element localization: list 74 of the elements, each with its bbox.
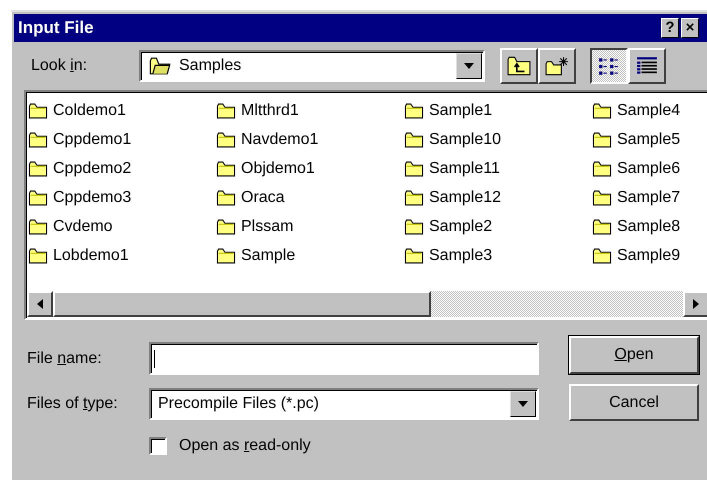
details-view-button[interactable] xyxy=(628,48,666,84)
file-type-label: Files of type: xyxy=(27,394,119,412)
folder-icon xyxy=(216,190,236,206)
new-folder-icon xyxy=(545,56,569,76)
folder-item[interactable]: Sample12 xyxy=(404,183,592,212)
folder-item[interactable]: Cppdemo3 xyxy=(28,183,216,212)
read-only-label[interactable]: Open as read-only xyxy=(179,437,311,455)
folder-item[interactable]: Sample6 xyxy=(592,154,707,183)
folder-item[interactable]: Sample5 xyxy=(592,125,707,154)
list-view-button[interactable] xyxy=(590,48,628,84)
folder-item[interactable]: Sample10 xyxy=(404,125,592,154)
folder-item[interactable]: Navdemo1 xyxy=(216,125,404,154)
folder-icon xyxy=(28,102,48,118)
folder-item[interactable]: Coldemo1 xyxy=(28,96,216,125)
folder-icon xyxy=(404,102,424,118)
folder-icon xyxy=(404,160,424,176)
folder-item[interactable]: Sample1 xyxy=(404,96,592,125)
folder-item[interactable]: Cppdemo1 xyxy=(28,125,216,154)
scroll-left-icon[interactable] xyxy=(27,291,53,317)
folder-item[interactable]: Oraca xyxy=(216,183,404,212)
look-in-label: Look in: xyxy=(31,57,88,75)
file-type-dropdown[interactable]: Precompile Files (*.pc) xyxy=(149,388,539,420)
folder-item[interactable]: Sample xyxy=(216,241,404,270)
folder-icon xyxy=(216,218,236,234)
folder-item[interactable]: Cvdemo xyxy=(28,212,216,241)
folder-item[interactable]: Plssam xyxy=(216,212,404,241)
new-folder-button[interactable] xyxy=(538,48,576,84)
folder-icon xyxy=(216,248,236,264)
close-button[interactable]: × xyxy=(681,18,699,38)
folder-icon xyxy=(592,248,612,264)
folder-icon xyxy=(404,248,424,264)
folder-icon xyxy=(404,132,424,148)
folder-icon xyxy=(28,132,48,148)
file-name-field[interactable] xyxy=(149,342,539,375)
folder-icon xyxy=(592,218,612,234)
look-in-dropdown[interactable]: Samples xyxy=(139,50,485,82)
folder-icon xyxy=(216,132,236,148)
scroll-thumb[interactable] xyxy=(53,291,431,317)
folder-item[interactable]: Sample11 xyxy=(404,154,592,183)
up-folder-button[interactable] xyxy=(500,48,538,84)
horizontal-scrollbar[interactable] xyxy=(27,291,707,317)
folder-icon xyxy=(28,248,48,264)
folder-item[interactable]: Sample2 xyxy=(404,212,592,241)
folder-icon xyxy=(149,57,171,75)
read-only-checkbox[interactable] xyxy=(149,437,167,455)
folder-icon xyxy=(592,160,612,176)
folder-item[interactable]: Lobdemo1 xyxy=(28,241,216,270)
folder-item[interactable]: Objdemo1 xyxy=(216,154,404,183)
folder-icon xyxy=(592,102,612,118)
folder-item[interactable]: Sample8 xyxy=(592,212,707,241)
scroll-right-icon[interactable] xyxy=(683,291,707,317)
list-view-icon xyxy=(598,56,620,76)
folder-item[interactable]: Sample7 xyxy=(592,183,707,212)
folder-item[interactable]: Sample9 xyxy=(592,241,707,270)
open-button[interactable]: Open xyxy=(569,336,699,374)
folder-item[interactable]: Cppdemo2 xyxy=(28,154,216,183)
folder-item[interactable]: Sample3 xyxy=(404,241,592,270)
window-title: Input File xyxy=(18,18,94,38)
folder-item[interactable]: Mltthrd1 xyxy=(216,96,404,125)
up-folder-icon xyxy=(507,56,531,76)
folder-icon xyxy=(404,190,424,206)
file-name-label: File name: xyxy=(27,350,103,368)
details-view-icon xyxy=(636,56,658,76)
folder-icon xyxy=(592,190,612,206)
folder-icon xyxy=(592,132,612,148)
folder-item[interactable]: Sample4 xyxy=(592,96,707,125)
folder-icon xyxy=(216,160,236,176)
help-button[interactable]: ? xyxy=(661,18,679,38)
folder-icon xyxy=(216,102,236,118)
cancel-button[interactable]: Cancel xyxy=(569,384,699,421)
folder-icon xyxy=(404,218,424,234)
folder-icon xyxy=(28,160,48,176)
folder-icon xyxy=(28,218,48,234)
folder-icon xyxy=(28,190,48,206)
